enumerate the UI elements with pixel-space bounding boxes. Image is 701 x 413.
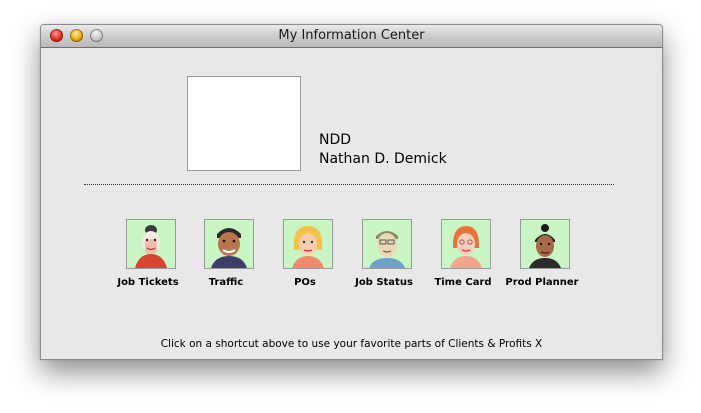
window-title: My Information Center bbox=[278, 28, 425, 43]
shortcut-label: POs bbox=[294, 277, 316, 288]
shortcut-label: Traffic bbox=[208, 277, 244, 288]
shortcut-prod-planner[interactable]: Prod Planner bbox=[497, 219, 587, 291]
traffic-avatar-icon[interactable] bbox=[204, 219, 254, 269]
information-center-window: My Information Center NDD Nathan D. Demi… bbox=[40, 24, 663, 360]
shortcut-job-tickets[interactable]: Job Tickets bbox=[103, 219, 193, 291]
pos-avatar-icon[interactable] bbox=[283, 219, 333, 269]
title-bar[interactable]: My Information Center bbox=[41, 25, 662, 48]
user-initials: NDD bbox=[319, 132, 352, 148]
shortcut-label: Time Card bbox=[434, 277, 492, 288]
divider bbox=[84, 184, 614, 185]
footer-hint: Click on a shortcut above to use your fa… bbox=[160, 338, 543, 350]
shortcut-job-status[interactable]: Job Status bbox=[339, 219, 429, 291]
prod-planner-avatar-icon[interactable] bbox=[520, 219, 570, 269]
job-status-avatar-icon[interactable] bbox=[362, 219, 412, 269]
user-photo[interactable] bbox=[187, 76, 301, 171]
shortcut-pos[interactable]: POs bbox=[260, 219, 350, 291]
user-full-name: Nathan D. Demick bbox=[319, 151, 447, 167]
shortcut-time-card[interactable]: Time Card bbox=[418, 219, 508, 291]
shortcut-label: Prod Planner bbox=[505, 277, 579, 288]
shortcut-traffic[interactable]: Traffic bbox=[181, 219, 271, 291]
job-tickets-avatar-icon[interactable] bbox=[126, 219, 176, 269]
time-card-avatar-icon[interactable] bbox=[441, 219, 491, 269]
shortcut-label: Job Tickets bbox=[117, 277, 179, 288]
shortcut-label: Job Status bbox=[355, 277, 413, 288]
